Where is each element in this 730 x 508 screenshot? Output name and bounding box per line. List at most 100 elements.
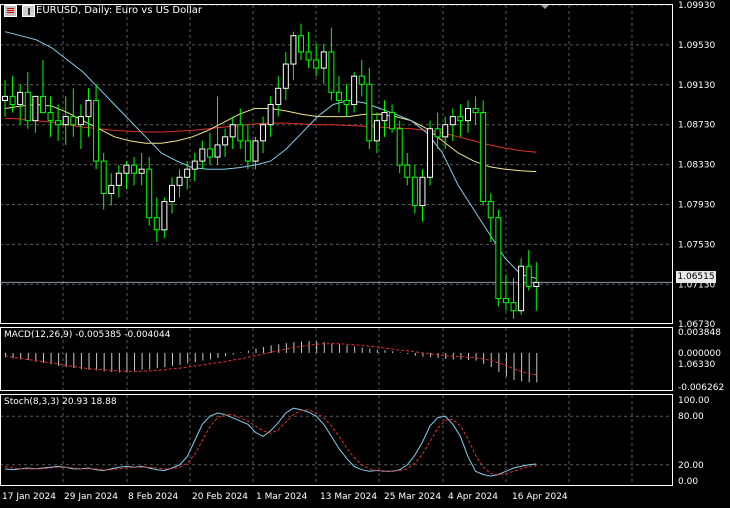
- candle-body-up: [161, 201, 168, 231]
- price-tick-label: 1.09930: [678, 1, 715, 11]
- candle-body-up: [373, 120, 380, 142]
- candle-body-up: [108, 184, 115, 194]
- candle-body-down: [487, 201, 494, 219]
- candle-body-up: [419, 176, 426, 207]
- candlesticks: [2, 23, 540, 319]
- candle-body-up: [2, 95, 8, 101]
- candle-body-up: [123, 164, 130, 174]
- candle-body-down: [480, 112, 487, 203]
- time-tick-label: 1 Mar 2024: [256, 492, 308, 502]
- candle-body-down: [434, 128, 441, 138]
- symbol-flag-icon[interactable]: [4, 5, 17, 17]
- candle-body-down: [24, 91, 31, 122]
- candle-body-up: [176, 176, 183, 186]
- chart-shift-marker: [541, 5, 549, 9]
- candle-body-down: [366, 83, 373, 142]
- candle-body-up: [442, 124, 449, 138]
- candle-body-down: [70, 116, 77, 126]
- stochastic-indicator: [4, 407, 537, 477]
- candle-body-up: [275, 87, 282, 105]
- candle-body-up: [427, 128, 434, 178]
- candle-body-up: [184, 168, 191, 178]
- candle-body-down: [153, 217, 160, 231]
- candle-body-up: [77, 116, 84, 126]
- candle-body-down: [389, 112, 396, 130]
- price-tick-label: 1.08730: [678, 121, 715, 131]
- current-price-tag: 1.06515: [676, 271, 716, 283]
- candle-body-down: [55, 120, 62, 126]
- candle-body-down: [472, 108, 479, 114]
- macd-indicator: [4, 340, 538, 383]
- price-tick-label: 1.07930: [678, 201, 715, 211]
- candle-body-up: [282, 63, 289, 89]
- candle-body-up: [449, 116, 456, 126]
- candle-body-up: [62, 116, 69, 126]
- candle-body-up: [138, 168, 145, 174]
- macd-tick-label: 0.000000: [678, 349, 721, 359]
- candle-body-up: [222, 136, 229, 146]
- stoch-label: Stoch(8,3,3) 20.93 18.88: [4, 397, 117, 407]
- stoch-tick-label: 80.00: [678, 412, 704, 422]
- candle-body-down: [335, 91, 342, 101]
- candle-body-up: [267, 103, 274, 126]
- candle-body-up: [518, 265, 525, 312]
- candle-body-down: [457, 116, 464, 122]
- candle-body-down: [206, 148, 213, 158]
- candle-body-up: [320, 51, 327, 69]
- time-tick-label: 4 Apr 2024: [448, 492, 498, 502]
- macd-tick-label: -0.006262: [678, 383, 724, 393]
- candle-body-down: [358, 75, 365, 85]
- candle-body-up: [115, 172, 122, 186]
- candle-body-down: [237, 124, 244, 142]
- time-tick-label: 20 Feb 2024: [192, 492, 248, 502]
- candle-body-up: [260, 124, 267, 142]
- candle-body-up: [214, 144, 221, 158]
- candle-body-up: [533, 281, 540, 287]
- price-tick-label: 1.08330: [678, 161, 715, 171]
- candle-body-down: [495, 217, 502, 300]
- candle-body-up: [199, 148, 206, 162]
- candle-body-down: [328, 51, 335, 93]
- time-tick-label: 25 Mar 2024: [384, 492, 441, 502]
- price-tick-label: 1.09530: [678, 41, 715, 51]
- stoch-main-line: [4, 407, 537, 477]
- candle-body-up: [32, 95, 39, 122]
- candle-body-down: [525, 265, 532, 287]
- candle-body-up: [464, 108, 471, 122]
- panel-borders: [0, 4, 673, 486]
- chart-tools-icon[interactable]: [22, 5, 35, 17]
- candle-body-up: [381, 112, 388, 122]
- candle-body-down: [146, 168, 153, 219]
- chart-canvas: 1.09930 1.09530 1.09130 1.08730 1.08330 1.079…: [0, 1, 724, 502]
- candle-body-up: [17, 91, 24, 105]
- candle-body-down: [47, 112, 54, 122]
- panel-frame: [0, 394, 673, 486]
- chart-title: EURUSD, Daily: Euro vs US Dollar: [36, 5, 203, 16]
- candle-body-up: [229, 124, 236, 138]
- candle-body-down: [9, 95, 16, 105]
- candle-body-down: [131, 164, 138, 174]
- candle-body-down: [244, 140, 251, 162]
- candle-body-down: [502, 298, 509, 304]
- candle-body-up: [168, 184, 175, 203]
- candle-body-down: [93, 99, 100, 162]
- time-tick-label: 8 Feb 2024: [128, 492, 179, 502]
- stoch-tick-label: 100.00: [678, 396, 710, 406]
- candle-body-down: [39, 95, 46, 114]
- candle-body-up: [85, 99, 92, 118]
- candle-body-up: [252, 140, 259, 162]
- time-tick-label: 17 Jan 2024: [2, 492, 56, 502]
- candle-body-down: [411, 176, 418, 207]
- candle-body-down: [510, 302, 517, 312]
- candle-body-down: [343, 99, 350, 105]
- time-tick-label: 29 Jan 2024: [64, 492, 118, 502]
- candle-body-up: [351, 75, 358, 105]
- stoch-tick-label: 0.00: [678, 477, 698, 487]
- macd-label: MACD(12,26,9) -0.005385 -0.004044: [4, 330, 171, 340]
- grid: [0, 4, 672, 486]
- candle-body-down: [100, 160, 107, 194]
- candle-body-down: [313, 59, 320, 69]
- candle-body-down: [298, 35, 305, 53]
- candle-body-up: [290, 35, 297, 65]
- candle-body-down: [404, 164, 411, 178]
